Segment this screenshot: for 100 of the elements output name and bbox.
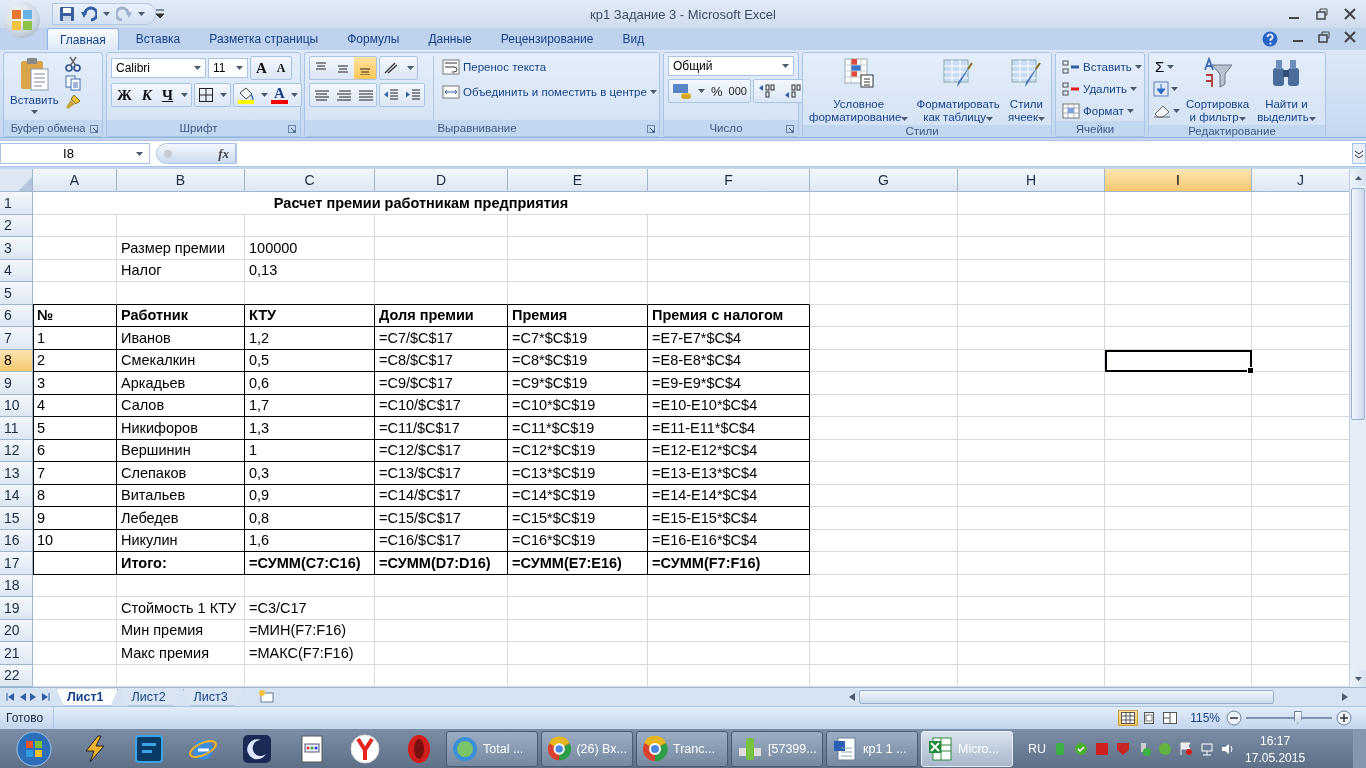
- merge-center-button[interactable]: Объединить и поместить в центре: [440, 81, 659, 103]
- ribbon-tab[interactable]: Разметка страницы: [197, 28, 331, 50]
- restore-icon[interactable]: [1316, 8, 1328, 20]
- conditional-format-button[interactable]: Условное форматирование: [807, 56, 911, 125]
- flag-icon[interactable]: [1179, 742, 1194, 756]
- zoom-out-icon[interactable]: [1226, 710, 1242, 726]
- cell-styles-button[interactable]: Стили ячеек: [1005, 56, 1047, 125]
- ball-icon[interactable]: [350, 734, 380, 764]
- office-button[interactable]: [4, 2, 40, 38]
- customize-toolbar-icon[interactable]: [156, 9, 164, 19]
- dialog-launcher-icon[interactable]: [786, 125, 794, 133]
- scrollbar-thumb[interactable]: [1351, 188, 1365, 420]
- skip-arrow-icon[interactable]: [6, 693, 14, 701]
- start-orb-icon[interactable]: [16, 731, 52, 767]
- skip-arrow-icon[interactable]: [42, 693, 50, 701]
- column-header[interactable]: I: [1105, 169, 1252, 192]
- scrollbar-thumb[interactable]: [859, 690, 1274, 704]
- copy-icon[interactable]: [64, 75, 81, 91]
- insert-row-icon[interactable]: [1062, 58, 1080, 75]
- vertical-scrollbar[interactable]: [1349, 169, 1366, 687]
- ribbon-tab[interactable]: Данные: [416, 28, 484, 50]
- clock-time[interactable]: 16:17: [1260, 733, 1291, 748]
- column-header[interactable]: C: [245, 169, 375, 192]
- row-header[interactable]: 22: [0, 664, 33, 687]
- ribbon-tab[interactable]: Вставка: [123, 28, 193, 50]
- fill-handle[interactable]: [1247, 367, 1254, 374]
- column-header[interactable]: B: [117, 169, 245, 192]
- grow-font-button[interactable]: A: [251, 59, 272, 77]
- find-select-button[interactable]: Найти и выделить: [1255, 56, 1318, 125]
- scroll-up-button[interactable]: [1350, 169, 1366, 186]
- row-header[interactable]: 6: [0, 304, 33, 327]
- browser-circle-icon[interactable]: [547, 736, 572, 762]
- ribbon-tab[interactable]: Главная: [47, 28, 119, 50]
- check-badge-icon[interactable]: [1074, 742, 1089, 756]
- row-header[interactable]: 20: [0, 619, 33, 642]
- dialog-launcher-icon[interactable]: [288, 125, 296, 133]
- column-header[interactable]: H: [958, 169, 1105, 192]
- row-header[interactable]: 16: [0, 529, 33, 552]
- close-icon[interactable]: [1344, 8, 1356, 20]
- shrink-font-button[interactable]: A: [271, 60, 291, 76]
- document-icon[interactable]: [832, 736, 858, 762]
- row-header[interactable]: 7: [0, 327, 33, 350]
- delete-cells-button[interactable]: Удалить: [1060, 78, 1144, 99]
- wrap-text-button[interactable]: Перенос текста: [440, 56, 659, 78]
- column-header[interactable]: A: [33, 169, 117, 192]
- row-header[interactable]: 21: [0, 642, 33, 665]
- row-header[interactable]: 4: [0, 259, 33, 282]
- sort-filter-button[interactable]: Сортировка и фильтр: [1184, 56, 1252, 125]
- app-square-icon[interactable]: [134, 734, 164, 764]
- network-icon[interactable]: [1200, 742, 1215, 756]
- row-header[interactable]: 11: [0, 417, 33, 440]
- row-header[interactable]: 8: [0, 349, 33, 372]
- restore-icon[interactable]: [1318, 31, 1330, 43]
- sheet-tab[interactable]: Лист3: [182, 688, 243, 706]
- row-header[interactable]: 1: [0, 192, 33, 215]
- column-header[interactable]: E: [508, 169, 648, 192]
- zoom-in-icon[interactable]: [1336, 710, 1352, 726]
- cell-style-icon[interactable]: [1010, 57, 1043, 89]
- sort-filter-icon[interactable]: [1201, 57, 1234, 89]
- italic-button[interactable]: К: [136, 86, 158, 104]
- row-header[interactable]: 17: [0, 552, 33, 575]
- bold-button[interactable]: Ж: [112, 86, 137, 104]
- row-header[interactable]: 13: [0, 462, 33, 485]
- brush-icon[interactable]: [64, 94, 81, 110]
- paste-button[interactable]: Вставить: [8, 56, 61, 120]
- dialog-launcher-icon[interactable]: [647, 125, 655, 133]
- font-size-field[interactable]: 11: [208, 58, 248, 78]
- spreadsheet-icon[interactable]: [927, 736, 953, 762]
- fill-down-icon[interactable]: [1153, 80, 1169, 97]
- conditional-format-icon[interactable]: [842, 57, 875, 89]
- ribbon-tab[interactable]: Формулы: [335, 28, 412, 50]
- format-cells-button[interactable]: Формат: [1060, 100, 1144, 121]
- normal-view-button[interactable]: [1118, 710, 1139, 726]
- moon-icon[interactable]: [242, 734, 272, 764]
- expand-formula-button[interactable]: [1352, 143, 1366, 164]
- row-header[interactable]: 14: [0, 484, 33, 507]
- row-header[interactable]: 19: [0, 597, 33, 620]
- undo-icon[interactable]: [81, 6, 97, 22]
- eraser-icon[interactable]: [1153, 103, 1171, 118]
- table-brush-icon[interactable]: [942, 57, 975, 89]
- browser-circle-icon[interactable]: [642, 736, 668, 762]
- sheet-tab[interactable]: Лист2: [120, 688, 181, 706]
- row-header[interactable]: 2: [0, 214, 33, 237]
- underline-button[interactable]: Ч: [157, 86, 179, 104]
- active-cell[interactable]: [1105, 349, 1252, 372]
- right-arrow-icon[interactable]: [1342, 693, 1348, 701]
- row-header[interactable]: 3: [0, 237, 33, 260]
- insert-cells-button[interactable]: Вставить: [1060, 56, 1144, 77]
- language-indicator[interactable]: RU: [1028, 742, 1047, 756]
- speaker-icon[interactable]: [1221, 742, 1236, 756]
- row-header[interactable]: 9: [0, 372, 33, 395]
- zoom-slider-thumb[interactable]: [1293, 711, 1302, 724]
- row-header[interactable]: 10: [0, 394, 33, 417]
- help-icon[interactable]: [1262, 31, 1278, 47]
- percent-button[interactable]: %: [708, 83, 726, 99]
- number-format-field[interactable]: Общий: [668, 56, 794, 76]
- column-header[interactable]: J: [1252, 169, 1349, 192]
- thousands-button[interactable]: 000: [725, 85, 750, 97]
- device-icon[interactable]: [737, 736, 763, 762]
- delete-row-icon[interactable]: [1062, 80, 1080, 97]
